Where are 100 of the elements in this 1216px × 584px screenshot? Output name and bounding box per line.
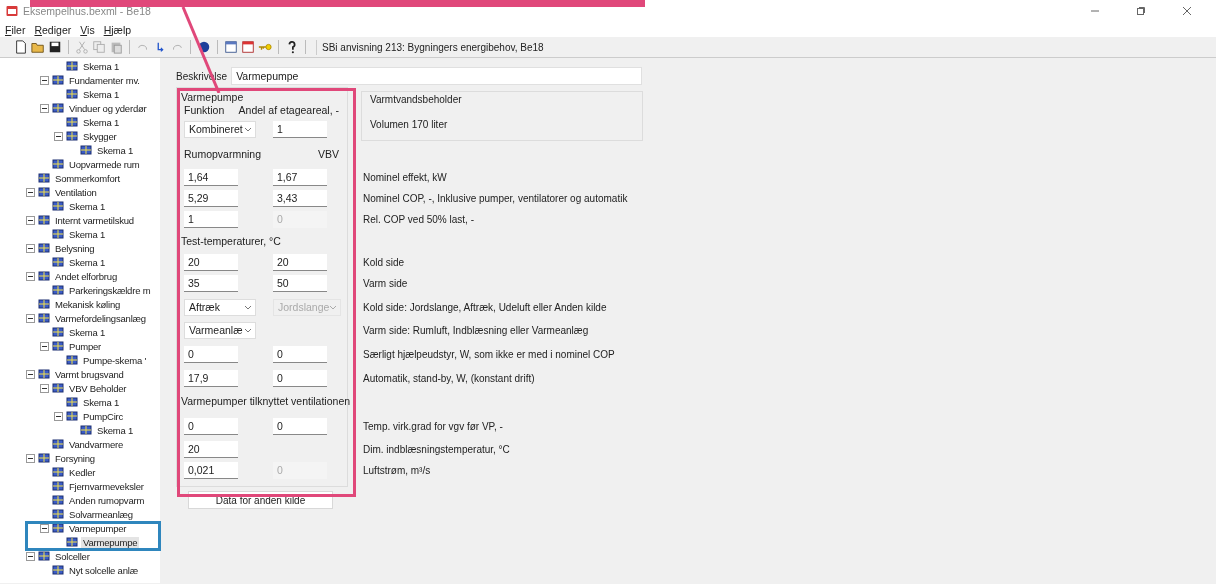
node-icon	[66, 354, 78, 366]
tree-item[interactable]: Skema 1	[81, 88, 122, 100]
input-field[interactable]: 1	[184, 211, 238, 228]
tree-item[interactable]: Skema 1	[81, 396, 122, 408]
document-icon[interactable]	[224, 40, 238, 54]
tree-item[interactable]: Fundamenter mv.	[67, 74, 142, 86]
dropdown[interactable]: Kombineret	[184, 120, 256, 138]
node-icon	[52, 284, 64, 296]
tree-item[interactable]: Varmepumpe	[81, 536, 140, 548]
expander-icon[interactable]	[40, 383, 49, 393]
node-icon	[38, 214, 50, 226]
input-field[interactable]: 35	[184, 275, 238, 292]
expander-icon[interactable]	[26, 551, 35, 561]
tree-item[interactable]: Skema 1	[67, 228, 108, 240]
input-field[interactable]: 0	[273, 346, 327, 363]
input-field[interactable]: 5,29	[184, 190, 238, 207]
tree-item[interactable]: Belysning	[53, 242, 97, 254]
input-field[interactable]: 0,021	[184, 462, 238, 479]
input-field[interactable]: 0	[273, 417, 327, 435]
menu-item[interactable]: Hjælp	[103, 23, 132, 36]
tree-item[interactable]: PumpCirc	[81, 410, 126, 422]
tree-item[interactable]: Forsyning	[53, 452, 97, 464]
tree-item[interactable]: Solvarmeanlæg	[67, 508, 135, 520]
input-field[interactable]: 1	[273, 120, 327, 138]
input-field[interactable]: 0	[184, 346, 238, 363]
expander-icon[interactable]	[54, 411, 63, 421]
expander-icon[interactable]	[26, 271, 35, 281]
tree-item[interactable]: Internt varmetilskud	[53, 214, 136, 226]
expander-icon[interactable]	[26, 187, 35, 197]
dropdown[interactable]: Varmeanlæ	[184, 322, 256, 339]
tree-item[interactable]: Sommerkomfort	[53, 172, 122, 184]
tree-item[interactable]: Andet elforbrug	[53, 270, 119, 282]
expander-icon[interactable]	[26, 243, 35, 253]
node-icon	[66, 60, 78, 72]
input-field[interactable]: 20	[184, 441, 238, 458]
field-description: Kold side	[363, 257, 405, 268]
open-folder-icon[interactable]	[31, 40, 45, 54]
node-icon	[52, 466, 64, 478]
tree-item[interactable]: Kedler	[67, 466, 98, 478]
description-field[interactable]: Varmepumpe	[231, 67, 643, 85]
tree-item[interactable]: Varmefordelingsanlæg	[53, 312, 148, 324]
tree-item[interactable]: Mekanisk køling	[53, 298, 123, 310]
field-description: Nominel COP, -, Inklusive pumper, ventilatorer og automatik	[363, 193, 628, 204]
expander-icon[interactable]	[26, 313, 35, 323]
dropdown[interactable]: Aftræk	[184, 298, 256, 316]
expander-icon[interactable]	[26, 453, 35, 463]
tree-item[interactable]: Skema 1	[95, 144, 136, 156]
tree-item[interactable]: Skema 1	[67, 200, 108, 212]
input-field[interactable]: 1,67	[273, 169, 327, 186]
menu-item[interactable]: Rediger	[34, 23, 72, 36]
tree-item[interactable]: Skema 1	[81, 116, 122, 128]
save-icon[interactable]	[48, 40, 62, 54]
input-field[interactable]: 1,64	[184, 169, 238, 186]
input-field[interactable]: 0	[273, 370, 327, 387]
menu-item[interactable]: Vis	[80, 23, 95, 36]
tree-item[interactable]: Pumper	[67, 340, 104, 352]
tree-item[interactable]: Vandvarmere	[67, 438, 126, 450]
node-icon	[66, 396, 78, 408]
close-icon[interactable]	[1182, 6, 1192, 16]
menu-item[interactable]: Filer	[5, 23, 26, 36]
tree-item[interactable]: Pumpe-skema '	[81, 354, 149, 366]
input-field[interactable]: 20	[184, 254, 238, 271]
tree-item[interactable]: Skygger	[81, 130, 119, 142]
tree-item[interactable]: VBV Beholder	[67, 382, 129, 394]
tree-item[interactable]: Varmt brugsvand	[53, 368, 126, 380]
input-field[interactable]: 50	[273, 275, 327, 292]
tree-item[interactable]: Fjernvarmeveksler	[67, 480, 146, 492]
expander-icon[interactable]	[40, 523, 49, 533]
input-field[interactable]: 0	[184, 417, 238, 435]
expander-icon[interactable]	[54, 131, 63, 141]
tree-item[interactable]: Nyt solcelle anlæ	[67, 564, 140, 576]
tree-item[interactable]: Vinduer og yderdør	[67, 102, 149, 114]
tree-item[interactable]: Skema 1	[81, 60, 122, 72]
document-icon[interactable]	[241, 40, 255, 54]
tree-item[interactable]: Skema 1	[67, 256, 108, 268]
globe-icon[interactable]	[197, 40, 211, 54]
app-icon	[6, 5, 18, 17]
expander-icon[interactable]	[40, 103, 49, 113]
node-icon	[52, 382, 64, 394]
tree-item[interactable]: Anden rumopvarm	[67, 494, 147, 506]
input-field[interactable]: 17,9	[184, 370, 238, 387]
tree-item[interactable]: Ventilation	[53, 186, 99, 198]
input-field[interactable]: 3,43	[273, 190, 327, 207]
tree-item[interactable]: Uopvarmede rum	[67, 158, 142, 170]
node-icon	[80, 424, 92, 436]
expander-icon[interactable]	[40, 75, 49, 85]
expander-icon[interactable]	[40, 341, 49, 351]
tree-item[interactable]: Skema 1	[95, 424, 136, 436]
node-icon	[52, 74, 64, 86]
expander-icon[interactable]	[26, 369, 35, 379]
input-field[interactable]: 20	[273, 254, 327, 271]
tree-item[interactable]: Varmepumper	[67, 522, 129, 534]
tree-item[interactable]: Parkeringskældre m	[67, 284, 153, 296]
node-icon	[66, 410, 78, 422]
expander-icon[interactable]	[26, 215, 35, 225]
tree-item[interactable]: Solceller	[53, 550, 92, 562]
new-file-icon[interactable]	[14, 40, 28, 54]
tree-item[interactable]: Skema 1	[67, 326, 108, 338]
restore-icon[interactable]	[1136, 6, 1146, 16]
node-icon	[66, 536, 78, 548]
